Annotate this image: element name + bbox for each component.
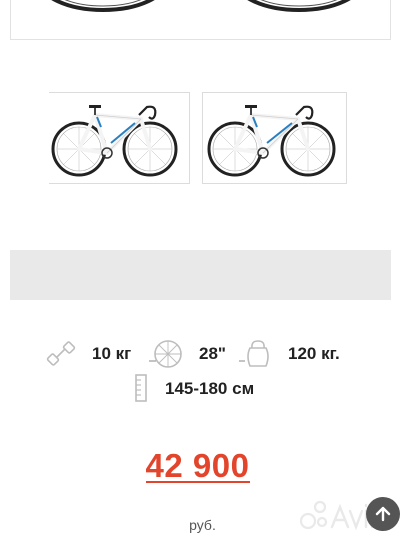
height-ruler-icon	[130, 373, 152, 408]
grey-banner	[10, 250, 391, 300]
main-product-image[interactable]	[10, 0, 391, 40]
max-load-value: 120 кг.	[288, 344, 340, 363]
bicycle-thumbnail-image	[51, 105, 178, 177]
price-amount: 42 900	[145, 447, 250, 484]
weight-value: 10 кг	[92, 344, 132, 363]
wheel-size-value: 28"	[199, 344, 226, 363]
dumbbell-icon	[46, 340, 76, 373]
product-page: 10 кг 28" 120 кг. 145-180 см 42 900 руб.	[0, 0, 405, 540]
bicycle-wheels-image	[51, 0, 351, 12]
wheel-icon	[148, 338, 184, 375]
price-underline	[146, 481, 250, 483]
thumbnail-1[interactable]	[49, 92, 190, 184]
arrow-up-icon	[375, 506, 391, 522]
thumbnail-2[interactable]	[202, 92, 347, 184]
kettlebell-icon	[238, 338, 272, 375]
scroll-to-top-button[interactable]	[366, 497, 400, 531]
bicycle-thumbnail-image	[207, 105, 336, 177]
rider-height-value: 145-180 см	[165, 379, 255, 398]
